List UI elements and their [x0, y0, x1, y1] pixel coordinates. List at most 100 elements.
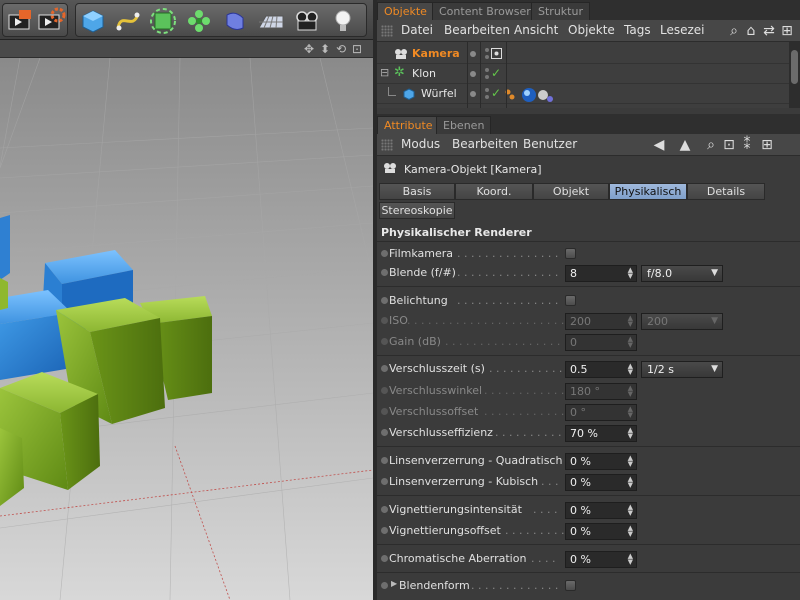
grip-icon[interactable] [381, 139, 393, 151]
search-icon[interactable]: ⌕ [703, 137, 719, 153]
render-settings-icon[interactable] [36, 6, 66, 36]
tab-objekt[interactable]: Objekt [533, 183, 609, 200]
group-divider [377, 286, 800, 287]
tab-struktur[interactable]: Struktur [531, 2, 590, 20]
column-separator[interactable] [467, 42, 468, 108]
layer-dot[interactable] [470, 71, 476, 77]
expand-triangle-icon[interactable]: ▶ [391, 579, 397, 588]
object-row-klon[interactable]: ⊟ ✲ Klon ✓ [377, 64, 789, 84]
animation-dot[interactable] [381, 506, 388, 513]
menu-lesezeichen[interactable]: Lesezei [660, 23, 706, 37]
label-leader: . . . . . . . . . . . . . . . [457, 266, 559, 279]
enabled-check-icon[interactable]: ✓ [491, 86, 501, 100]
section-divider [377, 241, 800, 242]
move-view-icon[interactable]: ✥ [304, 42, 314, 56]
tab-koord[interactable]: Koord. [455, 183, 533, 200]
tab-details[interactable]: Details [687, 183, 765, 200]
home-icon[interactable]: ⌂ [743, 23, 759, 39]
animation-dot[interactable] [381, 478, 388, 485]
tab-content-browser[interactable]: Content Browser [432, 2, 538, 20]
blende-dropdown[interactable]: f/8.0 ▼ [641, 265, 723, 282]
vignettierungsoffset-input[interactable]: 0 % ▲ ▼ [565, 523, 637, 540]
animation-dot[interactable] [381, 269, 388, 276]
verschlusszeit-input[interactable]: 0.5 ▲ ▼ [565, 361, 637, 378]
animation-dot[interactable] [381, 457, 388, 464]
menu-bearbeiten[interactable]: Bearbeiten [444, 23, 510, 37]
param-blende: Blende (f/#) . . . . . . . . . . . . . .… [377, 263, 800, 283]
dolly-view-icon[interactable]: ⬍ [320, 42, 330, 56]
menu-objekte[interactable]: Objekte [568, 23, 615, 37]
menu-benutzer[interactable]: Benutzer [523, 137, 577, 151]
search-icon[interactable]: ⌕ [726, 23, 742, 39]
3d-viewport[interactable]: ✥ ⬍ ⟲ ⊡ [0, 40, 373, 600]
deformer-icon[interactable] [220, 6, 250, 36]
tree-expander-icon[interactable]: ⊟ [380, 66, 389, 79]
vignettierungsintensitaet-input[interactable]: 0 % ▲ ▼ [565, 502, 637, 519]
scrollbar-thumb[interactable] [791, 50, 798, 84]
animation-dot[interactable] [381, 250, 388, 257]
tab-physikalisch[interactable]: Physikalisch [609, 183, 687, 200]
camera-target-tag-icon[interactable] [491, 48, 502, 59]
render-view-icon[interactable] [5, 6, 35, 36]
verschlusseffizienz-input[interactable]: 70 % ▲ ▼ [565, 425, 637, 442]
visibility-dots-icon[interactable] [483, 47, 491, 61]
object-row-wuerfel[interactable]: Würfel ✓ [377, 84, 789, 104]
tab-stereoskopie[interactable]: Stereoskopie [379, 202, 455, 219]
layer-dot[interactable] [470, 51, 476, 57]
back-arrow-icon[interactable]: ◀ [651, 137, 667, 153]
belichtung-checkbox[interactable] [565, 295, 576, 306]
animation-dot[interactable] [381, 429, 388, 436]
object-row-kamera[interactable]: Kamera [377, 44, 789, 64]
menu-bearbeiten[interactable]: Bearbeiten [452, 137, 518, 151]
linsen-quadratisch-input[interactable]: 0 % ▲ ▼ [565, 453, 637, 470]
verschlusszeit-dropdown[interactable]: 1/2 s ▼ [641, 361, 723, 378]
param-verschlusseffizienz: Verschlusseffizienz . . . . . . . . . . … [377, 423, 800, 443]
blende-input[interactable]: 8 ▲ ▼ [565, 265, 637, 282]
menu-tags[interactable]: Tags [624, 23, 651, 37]
new-window-icon[interactable]: ⊞ [779, 23, 795, 39]
label-leader: . . . . . . . . . . . . [484, 405, 565, 418]
visibility-dots-icon[interactable] [483, 87, 491, 101]
animation-dot[interactable] [381, 527, 388, 534]
chromatische-aberration-input[interactable]: 0 % ▲ ▼ [565, 551, 637, 568]
param-vignettierungsintensitaet: Vignettierungsintensität . . . . 0 % ▲ ▼ [377, 500, 800, 520]
animation-dot[interactable] [381, 555, 388, 562]
menu-modus[interactable]: Modus [401, 137, 440, 151]
tab-attribute[interactable]: Attribute [377, 116, 440, 134]
column-separator[interactable] [506, 42, 507, 108]
label-leader: . . . . . . . . . [505, 524, 565, 537]
rotate-view-icon[interactable]: ⟲ [336, 42, 346, 56]
linsen-kubisch-input[interactable]: 0 % ▲ ▼ [565, 474, 637, 491]
blendenform-checkbox[interactable] [565, 580, 576, 591]
visibility-dots-icon[interactable] [483, 67, 491, 81]
up-arrow-icon[interactable]: ▲ [677, 137, 693, 153]
camera-icon[interactable] [292, 6, 322, 36]
mograph-cloner-icon[interactable] [184, 6, 214, 36]
enabled-check-icon[interactable]: ✓ [491, 66, 501, 80]
link-icon[interactable]: ⁑ [739, 137, 755, 153]
menu-ansicht[interactable]: Ansicht [514, 23, 558, 37]
animation-dot[interactable] [381, 582, 388, 589]
object-manager-tabbar: Objekte Content Browser Struktur [377, 0, 800, 20]
tab-objekte[interactable]: Objekte [377, 2, 434, 20]
spline-icon[interactable] [113, 6, 143, 36]
generator-icon[interactable] [148, 6, 178, 36]
link-icon[interactable]: ⇄ [761, 23, 777, 39]
filmkamera-checkbox[interactable] [565, 248, 576, 259]
layer-dot[interactable] [470, 91, 476, 97]
cube-icon[interactable] [78, 6, 108, 36]
new-window-icon[interactable]: ⊞ [759, 137, 775, 153]
light-icon[interactable] [328, 6, 358, 36]
tab-ebenen[interactable]: Ebenen [436, 116, 492, 134]
object-list-scrollbar[interactable] [789, 42, 800, 108]
column-separator[interactable] [480, 42, 481, 108]
floor-icon[interactable] [256, 6, 286, 36]
lock-icon[interactable]: ⊡ [721, 137, 737, 153]
animation-dot[interactable] [381, 297, 388, 304]
maximize-view-icon[interactable]: ⊡ [352, 42, 362, 56]
menu-datei[interactable]: Datei [401, 23, 433, 37]
tab-basis[interactable]: Basis [379, 183, 455, 200]
animation-dot[interactable] [381, 365, 388, 372]
grip-icon[interactable] [381, 25, 393, 37]
material-tags-icon[interactable] [503, 87, 563, 103]
